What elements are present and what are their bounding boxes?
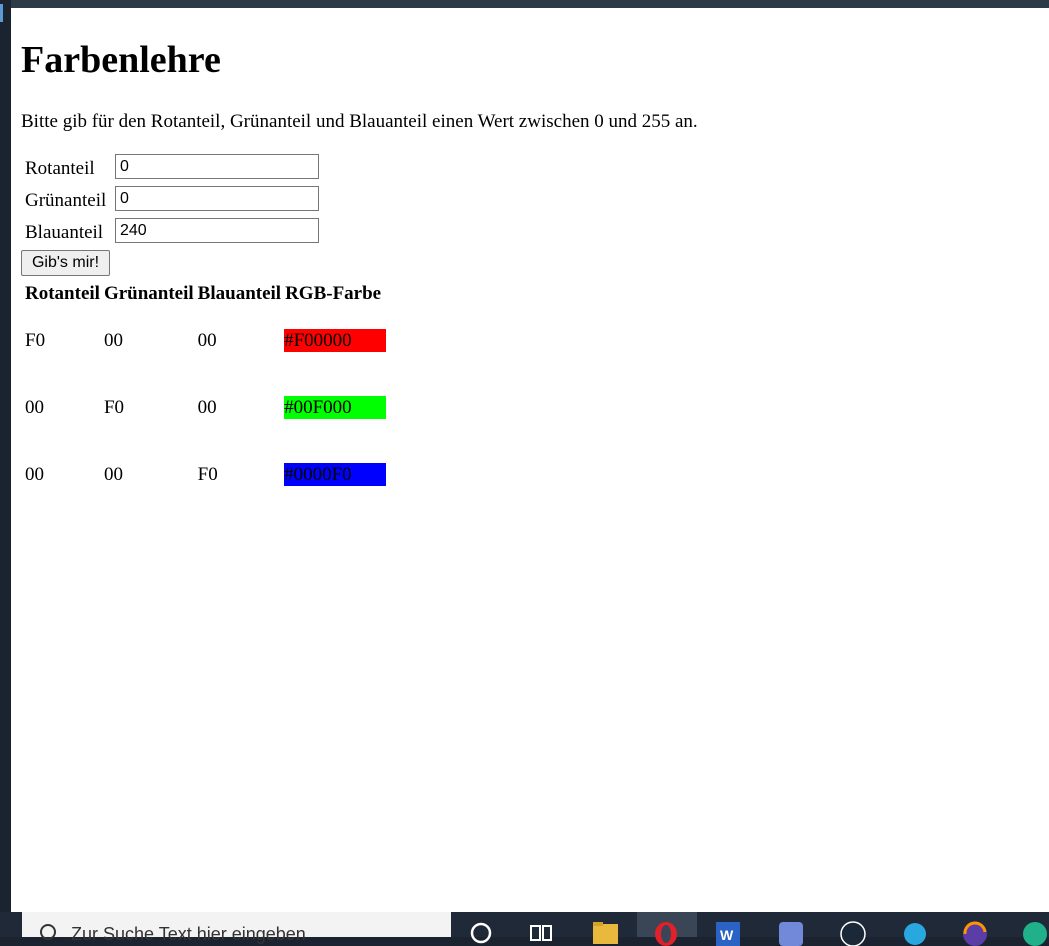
- edge-icon[interactable]: [1022, 920, 1048, 946]
- table-row: 00 00 F0 #0000F0: [24, 442, 387, 507]
- steam-icon[interactable]: [840, 920, 866, 946]
- cortana-icon[interactable]: [468, 920, 494, 946]
- firefox-icon[interactable]: [962, 920, 988, 946]
- browser-page: Farbenlehre Bitte gib für den Rotanteil,…: [11, 8, 1049, 912]
- cell-blue: 00: [197, 329, 217, 351]
- cell-rgb: #F00000: [284, 308, 387, 373]
- app-icon[interactable]: [902, 920, 928, 946]
- taskbar-search-placeholder: Zur Suche Text hier eingeben: [71, 924, 306, 944]
- cell-rgb: #0000F0: [284, 442, 387, 507]
- taskbar: Zur Suche Text hier eingeben W: [0, 912, 1049, 946]
- color-swatch: #F00000: [284, 329, 387, 352]
- desktop-left-edge: [0, 0, 11, 912]
- red-input[interactable]: [115, 154, 319, 179]
- cell-green: 00: [103, 463, 123, 485]
- intro-text: Bitte gib für den Rotanteil, Grünanteil …: [21, 111, 698, 132]
- rgb-table: Rotanteil Grünanteil Blauanteil RGB-Farb…: [22, 280, 388, 509]
- svg-text:W: W: [720, 927, 734, 943]
- green-input[interactable]: [115, 186, 319, 211]
- cell-red: 00: [25, 396, 44, 418]
- cell-green: 00: [103, 329, 123, 351]
- cell-green: F0: [103, 396, 125, 418]
- cell-red: 00: [25, 463, 44, 485]
- file-explorer-icon[interactable]: [592, 920, 618, 946]
- header-green: Grünanteil: [103, 283, 194, 304]
- word-icon[interactable]: W: [714, 920, 740, 946]
- blue-label: Blauanteil: [25, 222, 104, 243]
- red-label: Rotanteil: [25, 158, 95, 179]
- discord-icon[interactable]: [778, 920, 804, 946]
- color-swatch: #00F000: [284, 396, 387, 419]
- blue-input[interactable]: [115, 218, 319, 243]
- cell-red: F0: [25, 329, 46, 351]
- submit-button[interactable]: Gib's mir!: [21, 250, 110, 276]
- header-rgb: RGB-Farbe: [285, 283, 382, 304]
- header-blue: Blauanteil: [197, 283, 282, 304]
- task-view-icon[interactable]: [528, 920, 554, 946]
- green-label: Grünanteil: [25, 190, 107, 211]
- search-icon: [40, 924, 56, 940]
- window-title-bar: [0, 0, 1049, 8]
- taskbar-search[interactable]: Zur Suche Text hier eingeben: [22, 912, 451, 944]
- color-swatch: #0000F0: [284, 463, 387, 486]
- page-title: Farbenlehre: [21, 39, 221, 81]
- cell-blue: 00: [197, 396, 217, 418]
- table-header-row: Rotanteil Grünanteil Blauanteil RGB-Farb…: [24, 282, 386, 306]
- opera-icon[interactable]: [653, 920, 679, 946]
- header-red: Rotanteil: [25, 283, 100, 304]
- table-row: F0 00 00 #F00000: [24, 308, 387, 373]
- window-accent: [0, 4, 3, 22]
- cell-blue: F0: [197, 463, 218, 485]
- cell-rgb: #00F000: [284, 375, 387, 440]
- table-row: 00 F0 00 #00F000: [24, 375, 387, 440]
